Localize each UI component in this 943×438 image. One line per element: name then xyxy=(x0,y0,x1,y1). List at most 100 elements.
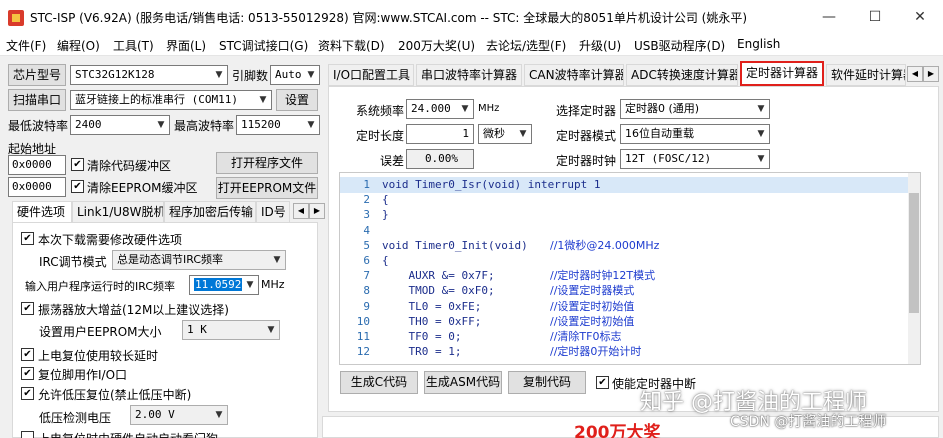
open-program-file-button[interactable]: 打开程序文件 xyxy=(216,152,318,174)
min-baud-label: 最低波特率 xyxy=(8,119,69,133)
close-button[interactable]: ✕ xyxy=(897,4,943,30)
low-voltage-reset-label: 允许低压复位(禁止低压中断) xyxy=(38,388,192,402)
app-icon xyxy=(8,10,24,26)
code-comment: //定时器0开始计时 xyxy=(550,345,642,359)
code-start-address-input[interactable]: 0x0000 xyxy=(8,155,66,175)
low-voltage-reset-checkbox[interactable]: ✔ xyxy=(21,387,34,400)
watchdog-checkbox[interactable] xyxy=(21,431,34,438)
tab-link1-offline[interactable]: Link1/U8W脱机 xyxy=(72,201,164,223)
code-comment: //1微秒@24.000MHz xyxy=(550,238,660,252)
vertical-scrollbar[interactable] xyxy=(908,173,920,364)
timer-duration-label: 定时长度 xyxy=(356,129,405,143)
enable-timer-interrupt-checkbox[interactable]: ✔ xyxy=(596,376,609,389)
tab-adc-speed[interactable]: ADC转换速度计算器 xyxy=(626,64,738,86)
chevron-down-icon: ▼ xyxy=(757,154,765,164)
error-label: 误差 xyxy=(380,154,405,168)
tab-scroll-right-icon[interactable]: ▶ xyxy=(923,66,939,82)
menu-tools[interactable]: 工具(T) xyxy=(113,37,154,54)
tab-delay-calculator[interactable]: 软件延时计算器 xyxy=(826,64,906,86)
tab-scroll-left-icon[interactable]: ◀ xyxy=(293,203,309,219)
copy-code-button[interactable]: 复制代码 xyxy=(508,371,586,394)
code-comment: //设置定时器模式 xyxy=(550,284,635,298)
chip-model-button[interactable]: 芯片型号 xyxy=(8,64,66,86)
eeprom-size-label: 设置用户EEPROM大小 xyxy=(39,325,162,339)
irc-mode-label: IRC调节模式 xyxy=(39,255,107,269)
long-reset-delay-checkbox[interactable]: ✔ xyxy=(21,348,34,361)
scan-port-button[interactable]: 扫描串口 xyxy=(8,89,66,111)
timer-mode-select[interactable]: 16位自动重载 ▼ xyxy=(620,124,770,144)
menu-english[interactable]: English xyxy=(737,37,780,51)
tool-tab-strip: I/O口配置工具 串口波特率计算器 CAN波特率计算器 ADC转换速度计算器 定… xyxy=(328,61,939,86)
tab-scroll-right-icon[interactable]: ▶ xyxy=(309,203,325,219)
menu-upgrade[interactable]: 升级(U) xyxy=(579,37,621,54)
tab-uart-baud[interactable]: 串口波特率计算器 xyxy=(416,64,522,86)
timer-duration-unit-value: 微秒 xyxy=(483,127,505,140)
chevron-down-icon: ▼ xyxy=(757,104,765,114)
serial-port-select[interactable]: 蓝牙链接上的标准串行 (COM11) ▼ xyxy=(70,90,272,110)
settings-button[interactable]: 设置 xyxy=(276,89,318,111)
menu-download[interactable]: 资料下载(D) xyxy=(318,37,385,54)
menu-prize[interactable]: 200万大奖(U) xyxy=(398,37,475,54)
pin-count-label: 引脚数 xyxy=(232,69,269,83)
clear-eeprom-checkbox[interactable]: ✔ xyxy=(71,180,84,193)
eeprom-size-select[interactable]: 1 K ▼ xyxy=(182,320,280,340)
menu-usb-driver[interactable]: USB驱动程序(D) xyxy=(634,37,725,54)
code-line: 2{ xyxy=(340,192,908,208)
generated-code-editor[interactable]: 1 void Timer0_Isr(void) interrupt 1 2{3} 4 5… xyxy=(339,172,921,365)
tab-can-baud[interactable]: CAN波特率计算器 xyxy=(524,64,624,86)
tab-io-config[interactable]: I/O口配置工具 xyxy=(328,64,414,86)
chevron-down-icon: ▼ xyxy=(259,95,267,105)
open-eeprom-file-button[interactable]: 打开EEPROM文件 xyxy=(216,177,318,199)
menu-program[interactable]: 编程(O) xyxy=(57,37,100,54)
min-baud-select[interactable]: 2400 ▼ xyxy=(70,115,170,135)
reset-pin-io-checkbox[interactable]: ✔ xyxy=(21,367,34,380)
code-text: TH0 = 0xFF; xyxy=(382,314,482,328)
osc-gain-label: 振荡器放大增益(12M以上建议选择) xyxy=(38,303,229,317)
tab-hardware-options[interactable]: 硬件选项 xyxy=(12,201,72,223)
timer-duration-input[interactable]: 1 xyxy=(406,124,474,144)
menu-interface[interactable]: 界面(L) xyxy=(166,37,206,54)
timer-mode-label: 定时器模式 xyxy=(556,129,617,143)
menu-file[interactable]: 文件(F) xyxy=(6,37,46,54)
generate-c-code-button[interactable]: 生成C代码 xyxy=(340,371,418,394)
timer-select[interactable]: 定时器0 (通用) ▼ xyxy=(620,99,770,119)
chevron-down-icon: ▼ xyxy=(307,70,315,80)
chevron-down-icon: ▼ xyxy=(157,120,165,130)
irc-frequency-select[interactable]: 11.0592 ▼ xyxy=(189,275,259,295)
pin-count-select[interactable]: Auto ▼ xyxy=(270,65,320,85)
maximize-button[interactable]: ☐ xyxy=(852,4,898,30)
chip-model-value: STC32G12K128 xyxy=(75,68,155,81)
max-baud-select[interactable]: 115200 ▼ xyxy=(236,115,320,135)
eeprom-start-address-input[interactable]: 0x0000 xyxy=(8,177,66,197)
line-number: 7 xyxy=(363,269,370,283)
modify-hardware-checkbox[interactable]: ✔ xyxy=(21,232,34,245)
timer-duration-unit-select[interactable]: 微秒 ▼ xyxy=(478,124,532,144)
tab-encrypted-transfer[interactable]: 程序加密后传输 xyxy=(164,201,256,223)
timer-clock-label: 定时器时钟 xyxy=(556,154,617,168)
tab-timer-calculator[interactable]: 定时器计算器 xyxy=(740,61,824,86)
osc-gain-checkbox[interactable]: ✔ xyxy=(21,302,34,315)
code-line: 10 TH0 = 0xFF; //设置定时初始值 xyxy=(340,314,908,330)
code-line: 3} xyxy=(340,207,908,223)
system-frequency-select[interactable]: 24.000 ▼ xyxy=(406,99,474,119)
code-text: void Timer0_Init(void) xyxy=(382,238,528,252)
tab-id-number[interactable]: ID号 xyxy=(256,201,290,223)
ad-banner-text[interactable]: 200万大奖 xyxy=(574,418,661,438)
chevron-down-icon: ▼ xyxy=(307,120,315,130)
timer-clock-select[interactable]: 12T (FOSC/12) ▼ xyxy=(620,149,770,169)
line-number: 5 xyxy=(363,238,370,252)
chevron-down-icon: ▼ xyxy=(246,280,254,290)
code-line: 6{ xyxy=(340,253,908,269)
tab-scroll-left-icon[interactable]: ◀ xyxy=(907,66,923,82)
clear-code-label: 清除代码缓冲区 xyxy=(87,159,172,173)
irc-mode-select[interactable]: 总是动态调节IRC频率 ▼ xyxy=(112,250,286,270)
clear-code-checkbox[interactable]: ✔ xyxy=(71,158,84,171)
menu-forum[interactable]: 去论坛/选型(F) xyxy=(486,37,566,54)
chip-model-select[interactable]: STC32G12K128 ▼ xyxy=(70,65,228,85)
scrollbar-thumb[interactable] xyxy=(909,193,919,313)
minimize-button[interactable]: — xyxy=(806,4,852,30)
lvd-voltage-select[interactable]: 2.00 V ▼ xyxy=(130,405,228,425)
line-number: 1 xyxy=(363,178,370,191)
menu-debug[interactable]: STC调试接口(G) xyxy=(219,37,308,54)
generate-asm-code-button[interactable]: 生成ASM代码 xyxy=(424,371,502,394)
